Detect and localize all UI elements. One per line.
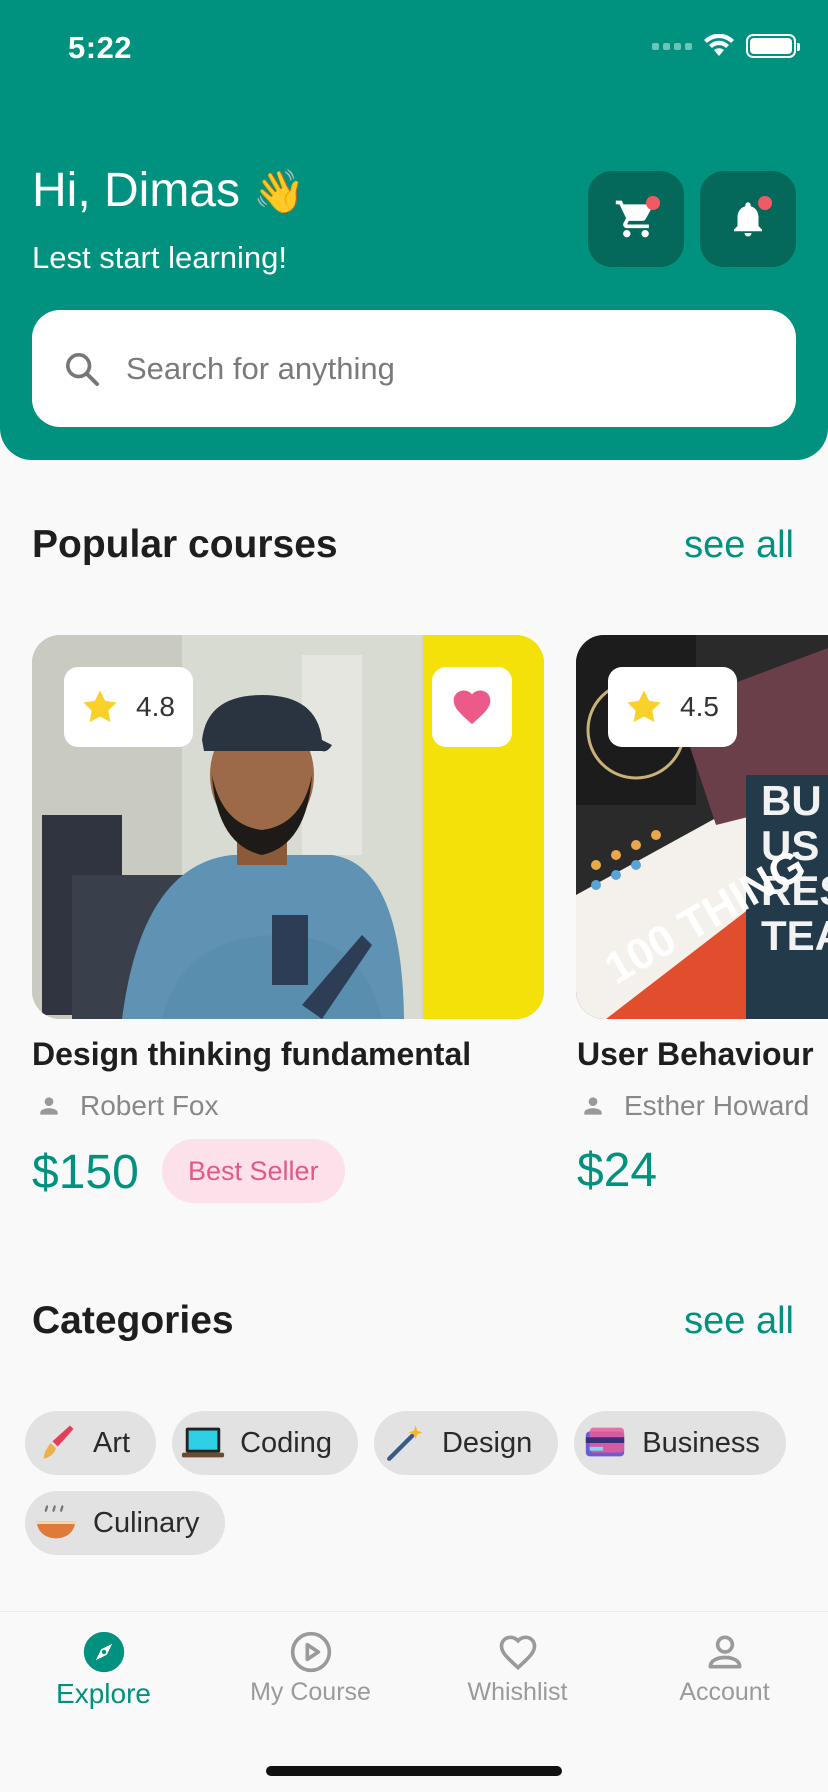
author-name: Esther Howard — [624, 1090, 810, 1121]
nav-my-course[interactable]: My Course — [207, 1630, 414, 1707]
bell-notification-dot — [758, 196, 772, 210]
compass-icon — [83, 1631, 124, 1673]
best-seller-badge: Best Seller — [162, 1139, 345, 1203]
favorite-button[interactable] — [432, 667, 512, 747]
heart-icon — [499, 1635, 536, 1671]
rating-badge: 4.5 — [608, 667, 737, 747]
header: 5:22 Hi, Dimas 👋 Lest start learning! Se… — [0, 0, 828, 460]
author-name: Robert Fox — [80, 1090, 219, 1121]
person-icon — [584, 1097, 602, 1115]
paintbrush-icon — [33, 1420, 79, 1466]
magic-wand-icon — [382, 1420, 428, 1466]
course-card-image[interactable]: 4.8 — [32, 635, 544, 1019]
course-author: Esther Howard — [580, 1090, 809, 1122]
nav-label: Account — [679, 1678, 770, 1706]
svg-text:BU: BU — [761, 777, 822, 824]
wifi-icon — [704, 34, 734, 56]
heart-filled-icon — [453, 690, 491, 725]
notifications-button[interactable] — [700, 171, 796, 267]
popular-courses-title: Popular courses — [32, 523, 338, 566]
person-icon — [40, 1097, 58, 1115]
categories-see-all-link[interactable]: see all — [684, 1300, 794, 1343]
category-chip-culinary[interactable]: Culinary — [25, 1491, 226, 1555]
person-icon — [708, 1635, 741, 1669]
category-label: Design — [441, 1426, 533, 1459]
nav-label: Explore — [56, 1678, 151, 1709]
credit-card-icon — [582, 1420, 628, 1466]
svg-text:TEA: TEA — [761, 912, 828, 959]
greeting: Hi, Dimas 👋 — [32, 163, 306, 218]
rating-value: 4.8 — [136, 691, 175, 722]
noodle-bowl-icon — [33, 1500, 79, 1546]
course-price: $150 — [32, 1146, 139, 1199]
category-chips: Art Coding Design Business Culinary — [25, 1411, 815, 1555]
course-price: $24 — [577, 1144, 658, 1197]
search-input[interactable]: Search for anything — [32, 310, 796, 427]
category-label: Business — [642, 1426, 760, 1459]
course-title[interactable]: Design thinking fundamental — [32, 1036, 471, 1073]
wave-emoji-icon: 👋 — [253, 168, 306, 215]
signal-icon — [652, 42, 692, 50]
course-title[interactable]: User Behaviour — [577, 1036, 814, 1073]
nav-label: My Course — [250, 1678, 371, 1706]
play-circle-icon — [290, 1631, 331, 1673]
category-label: Culinary — [93, 1506, 200, 1539]
course-card-image[interactable]: BU US RES TEA 100 THING 4.5 — [576, 635, 828, 1019]
category-chip-art[interactable]: Art — [25, 1411, 157, 1475]
bottom-nav: Explore My Course Whishlist Account — [0, 1611, 828, 1792]
course-author: Robert Fox — [36, 1090, 219, 1122]
subtitle: Lest start learning! — [32, 240, 288, 275]
categories-title: Categories — [32, 1299, 234, 1342]
category-chip-coding[interactable]: Coding — [172, 1411, 358, 1475]
cart-notification-dot — [646, 196, 660, 210]
search-placeholder: Search for anything — [126, 350, 395, 386]
status-icons — [652, 34, 800, 58]
star-icon — [83, 690, 117, 722]
cart-button[interactable] — [588, 171, 684, 267]
category-label: Art — [93, 1426, 131, 1459]
search-icon — [66, 352, 99, 386]
greeting-text: Hi, Dimas — [32, 164, 241, 217]
star-icon — [627, 690, 661, 722]
rating-badge: 4.8 — [64, 667, 193, 747]
battery-icon — [746, 34, 800, 58]
nav-explore[interactable]: Explore — [0, 1630, 207, 1710]
nav-account[interactable]: Account — [621, 1630, 828, 1707]
home-indicator — [266, 1766, 562, 1776]
category-chip-business[interactable]: Business — [574, 1411, 786, 1475]
nav-whishlist[interactable]: Whishlist — [414, 1630, 621, 1707]
category-label: Coding — [240, 1426, 332, 1459]
rating-value: 4.5 — [680, 691, 719, 722]
nav-label: Whishlist — [467, 1678, 568, 1706]
laptop-icon — [180, 1420, 226, 1466]
popular-see-all-link[interactable]: see all — [684, 524, 794, 567]
status-time: 5:22 — [68, 30, 133, 65]
category-chip-design[interactable]: Design — [373, 1411, 559, 1475]
